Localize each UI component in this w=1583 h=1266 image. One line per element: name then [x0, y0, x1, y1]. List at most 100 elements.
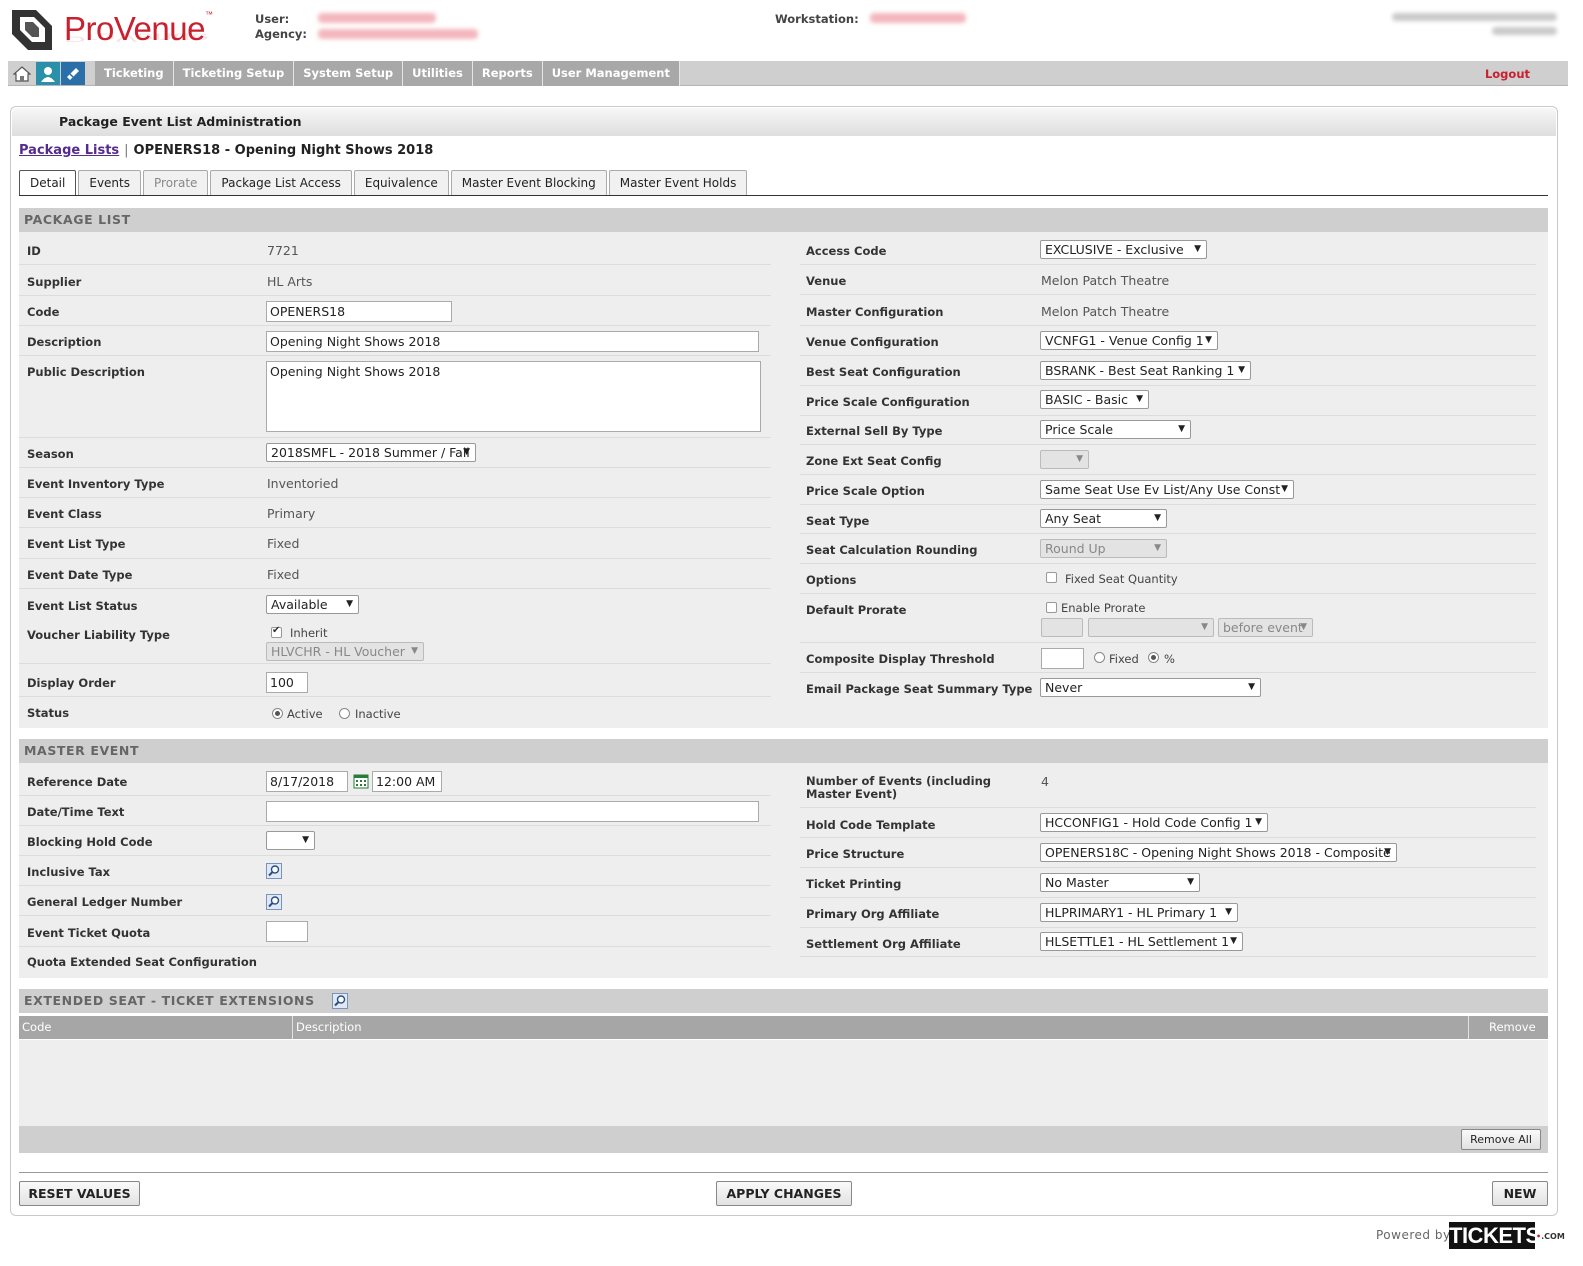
reference-time-input[interactable]: [372, 771, 442, 792]
tab-master-event-holds[interactable]: Master Event Holds: [608, 170, 748, 195]
extended-seat-grid-header: Code Description Remove: [19, 1016, 1548, 1039]
venue-configuration-select[interactable]: VCNFG1 - Venue Config 1 ▼: [1040, 331, 1218, 350]
tab-prorate[interactable]: Prorate: [143, 170, 209, 195]
tab-master-event-blocking[interactable]: Master Event Blocking: [450, 170, 607, 195]
nav-tab-ticketing[interactable]: Ticketing: [95, 61, 174, 86]
inclusive-tax-search-icon[interactable]: [266, 863, 282, 879]
new-button[interactable]: NEW: [1492, 1181, 1548, 1206]
code-input[interactable]: [266, 301, 452, 322]
nav-tab-utilities[interactable]: Utilities: [403, 61, 473, 86]
reset-values-button[interactable]: RESET VALUES: [19, 1181, 140, 1206]
price-scale-option-label: Price Scale Option: [806, 484, 925, 498]
breadcrumb: Package Lists | OPENERS18 - Opening Night …: [19, 143, 434, 158]
event-list-type-label: Event List Type: [27, 537, 126, 551]
voucher-liability-select[interactable]: HLVCHR - HL Voucher ▼: [266, 642, 424, 661]
default-prorate-label: Default Prorate: [806, 603, 907, 617]
user-icon[interactable]: [36, 62, 60, 85]
status-inactive-radio[interactable]: [339, 708, 350, 719]
composite-threshold-input[interactable]: [1041, 648, 1084, 669]
season-select[interactable]: 2018SMFL - 2018 Summer / Fall ▼: [266, 443, 476, 462]
gl-number-label: General Ledger Number: [27, 895, 183, 909]
reference-date-input[interactable]: [266, 771, 348, 792]
voucher-inherit-checkbox[interactable]: [271, 625, 282, 638]
col-code[interactable]: Code: [22, 1020, 51, 1034]
home-icon[interactable]: [10, 62, 34, 85]
external-sell-by-type-select[interactable]: Price Scale ▼: [1040, 420, 1191, 439]
tab-package-list-access[interactable]: Package List Access: [210, 170, 352, 195]
seat-type-select[interactable]: Any Seat ▼: [1040, 509, 1167, 528]
master-configuration-value: Melon Patch Theatre: [1041, 304, 1170, 319]
code-label: Code: [27, 305, 60, 319]
ticket-printing-label: Ticket Printing: [806, 877, 902, 891]
access-code-select[interactable]: EXCLUSIVE - Exclusive ▼: [1040, 240, 1207, 259]
venue-label: Venue: [806, 274, 847, 288]
hold-code-template-select[interactable]: HCCONFIG1 - Hold Code Config 1 ▼: [1040, 813, 1268, 832]
description-input[interactable]: [266, 331, 759, 352]
nav-tab-system-setup[interactable]: System Setup: [294, 61, 404, 86]
datetime-text-input[interactable]: [266, 801, 759, 822]
composite-fixed-radio[interactable]: [1094, 652, 1105, 663]
nav-tabs: Ticketing Ticketing Setup System Setup U…: [95, 61, 680, 86]
settlement-org-affiliate-select[interactable]: HLSETTLE1 - HL Settlement 1 ▼: [1040, 932, 1243, 951]
status-active-radio[interactable]: [272, 708, 283, 719]
composite-display-threshold-label: Composite Display Threshold: [806, 652, 995, 666]
reference-date-label: Reference Date: [27, 775, 128, 789]
best-seat-configuration-label: Best Seat Configuration: [806, 365, 961, 379]
breadcrumb-package-lists-link[interactable]: Package Lists: [19, 143, 119, 158]
nav-tab-ticketing-setup[interactable]: Ticketing Setup: [173, 61, 295, 86]
powered-by-text: Powered by: [1376, 1228, 1451, 1242]
tab-events[interactable]: Events: [78, 170, 141, 195]
price-scale-configuration-select[interactable]: BASIC - Basic ▼: [1040, 390, 1149, 409]
venue-configuration-label: Venue Configuration: [806, 335, 939, 349]
event-list-status-select[interactable]: Available ▼: [266, 595, 359, 614]
page-title: Package Event List Administration: [59, 114, 302, 129]
email-package-seat-summary-select[interactable]: Never ▼: [1040, 678, 1261, 697]
nav-tab-reports[interactable]: Reports: [472, 61, 543, 86]
event-ticket-quota-input[interactable]: [266, 921, 308, 942]
supplier-label: Supplier: [27, 275, 82, 289]
zone-ext-seat-config-select[interactable]: ▼: [1040, 450, 1089, 469]
tab-detail[interactable]: Detail: [19, 170, 77, 196]
composite-fixed-label: Fixed: [1109, 652, 1139, 666]
extended-seat-search-icon[interactable]: [332, 993, 348, 1009]
external-sell-by-type-label: External Sell By Type: [806, 424, 943, 438]
user-value-redacted: [318, 13, 436, 23]
ticket-printing-select[interactable]: No Master ▼: [1040, 873, 1200, 892]
blocking-hold-code-label: Blocking Hold Code: [27, 835, 153, 849]
calendar-icon[interactable]: [353, 773, 369, 789]
public-description-textarea[interactable]: Opening Night Shows 2018: [266, 361, 761, 432]
display-order-input[interactable]: [266, 672, 308, 693]
col-description[interactable]: Description: [296, 1020, 362, 1034]
apply-changes-button[interactable]: APPLY CHANGES: [716, 1181, 852, 1206]
number-of-events-label: Number of Events (including Master Event…: [806, 774, 992, 801]
prorate-unit-select[interactable]: ▼: [1088, 618, 1214, 637]
prorate-amount-input[interactable]: [1041, 618, 1083, 637]
voucher-inherit-label: Inherit: [290, 626, 328, 640]
price-structure-label: Price Structure: [806, 847, 905, 861]
composite-percent-label: %: [1164, 652, 1175, 666]
enable-prorate-checkbox[interactable]: [1046, 602, 1057, 613]
best-seat-configuration-select[interactable]: BSRANK - Best Seat Ranking 1 ▼: [1040, 361, 1251, 380]
event-inventory-type-label: Event Inventory Type: [27, 477, 165, 491]
seat-calculation-rounding-select[interactable]: Round Up ▼: [1040, 539, 1167, 558]
logout-link[interactable]: Logout: [1485, 67, 1530, 81]
col-remove[interactable]: Remove: [1489, 1020, 1536, 1034]
composite-percent-radio[interactable]: [1148, 652, 1159, 663]
public-description-label: Public Description: [27, 365, 145, 379]
gl-number-search-icon[interactable]: [266, 894, 282, 910]
tickets-logo-suffix: •.COM: [1536, 1232, 1565, 1241]
fixed-seat-quantity-checkbox[interactable]: [1046, 572, 1057, 583]
ticket-icon[interactable]: [61, 62, 85, 85]
master-event-section: [19, 763, 1548, 978]
prorate-when-select[interactable]: before event ▼: [1218, 618, 1313, 637]
price-scale-option-select[interactable]: Same Seat Use Ev List/Any Use Const ▼: [1040, 480, 1294, 499]
panel-title-bar: Package Event List Administration: [12, 108, 1556, 136]
agency-label: Agency:: [255, 27, 308, 41]
price-structure-select[interactable]: OPENERS18C - Opening Night Shows 2018 - …: [1040, 843, 1397, 862]
tab-equivalence[interactable]: Equivalence: [353, 170, 449, 195]
remove-all-button[interactable]: Remove All: [1461, 1129, 1541, 1150]
description-label: Description: [27, 335, 102, 349]
blocking-hold-code-select[interactable]: ▼: [266, 831, 315, 850]
nav-tab-user-management[interactable]: User Management: [542, 61, 680, 86]
primary-org-affiliate-select[interactable]: HLPRIMARY1 - HL Primary 1 ▼: [1040, 903, 1238, 922]
